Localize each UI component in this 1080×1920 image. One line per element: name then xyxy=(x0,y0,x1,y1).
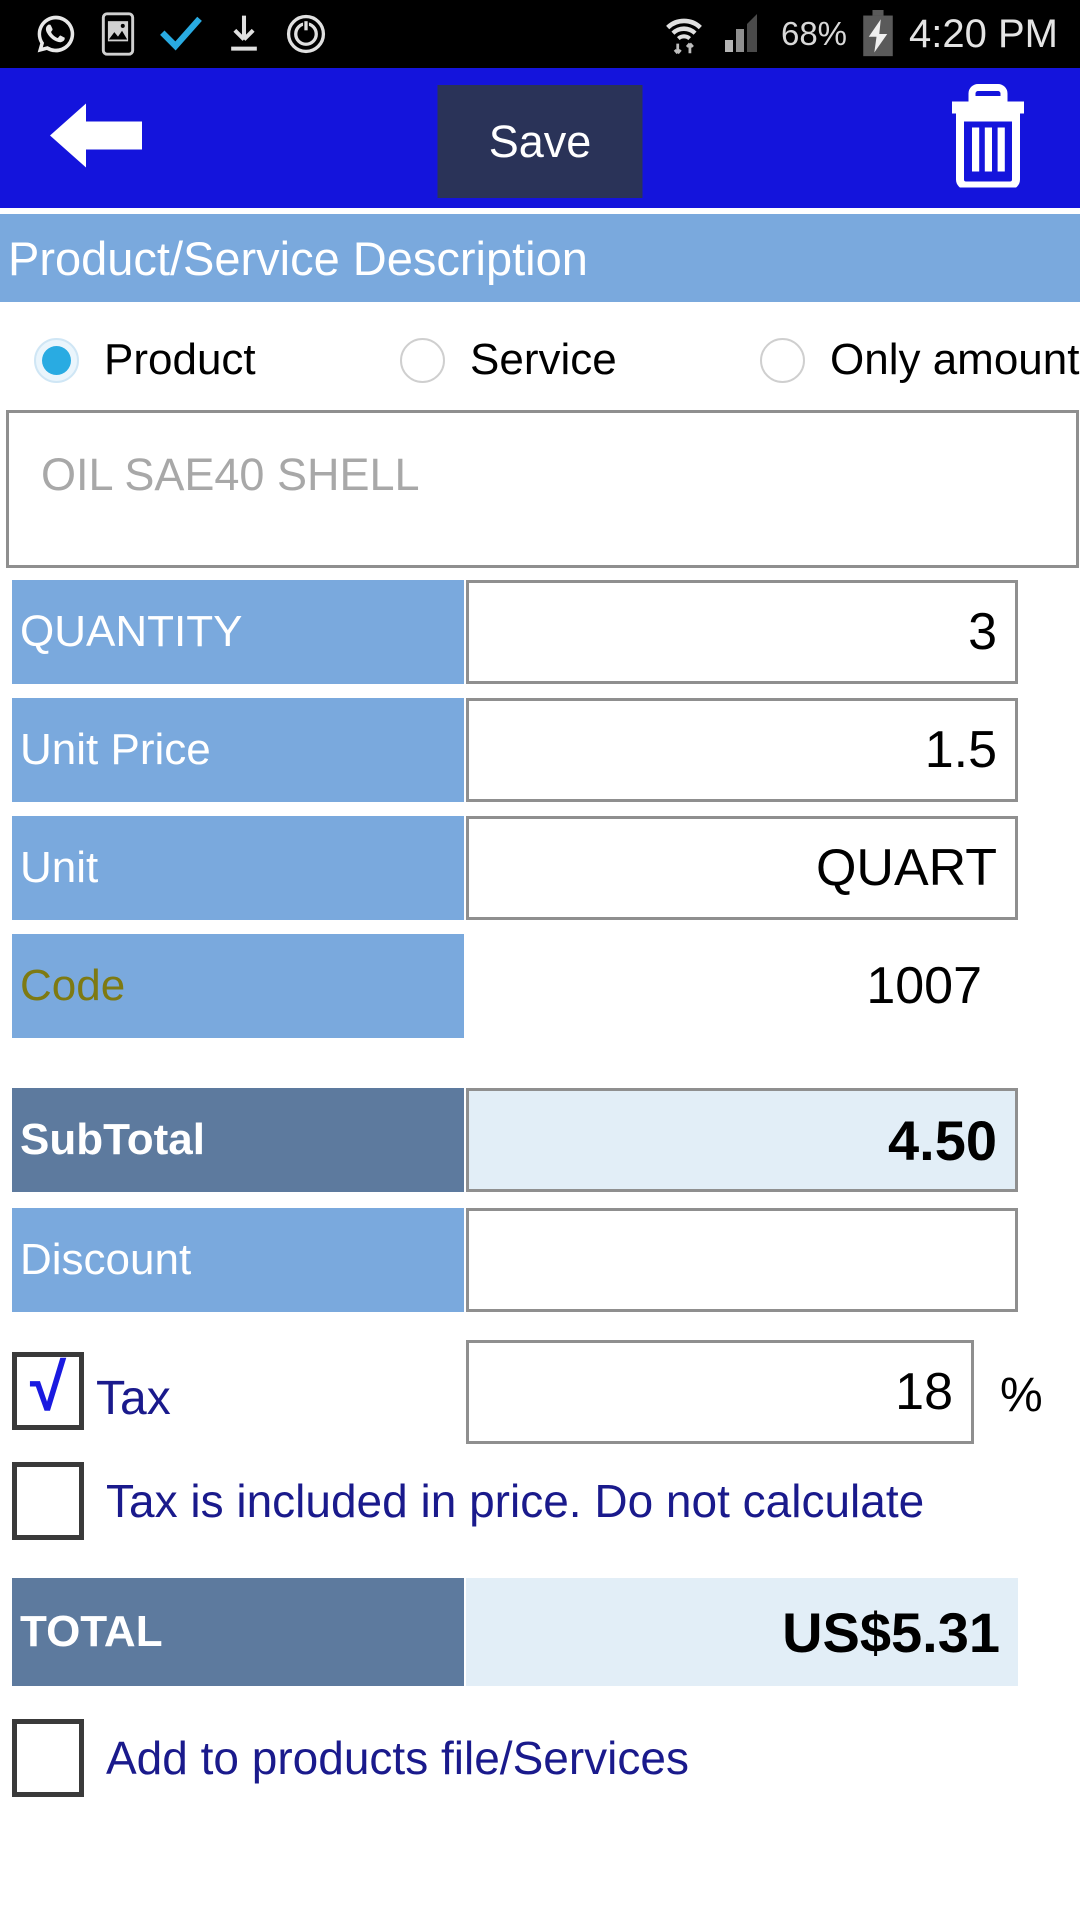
total-value: US$5.31 xyxy=(466,1578,1018,1686)
back-button[interactable] xyxy=(42,96,150,181)
quantity-input[interactable]: 3 xyxy=(466,580,1018,684)
row-unit-price: Unit Price 1.5 xyxy=(0,698,1080,802)
radio-only-amount[interactable]: Only amount xyxy=(760,335,1079,385)
unit-price-label: Unit Price xyxy=(12,698,464,802)
radio-product[interactable]: Product xyxy=(34,335,256,385)
download-icon xyxy=(231,15,257,51)
trash-icon xyxy=(952,84,1024,190)
unit-input[interactable]: QUART xyxy=(466,816,1018,920)
row-tax-included[interactable]: Tax is included in price. Do not calcula… xyxy=(0,1455,1080,1547)
row-add-to-products[interactable]: Add to products file/Services xyxy=(0,1712,1080,1804)
type-selector: Product Service Only amount xyxy=(0,320,1080,400)
row-quantity: QUANTITY 3 xyxy=(0,580,1080,684)
clock-text: 4:20 PM xyxy=(909,11,1058,56)
radio-product-dot xyxy=(42,345,71,375)
radio-product-circle-icon xyxy=(34,337,79,383)
tax-label: Tax xyxy=(96,1372,171,1425)
tax-check-icon: √ xyxy=(29,1350,67,1424)
radio-service-label: Service xyxy=(470,335,617,384)
row-subtotal: SubTotal 4.50 xyxy=(0,1088,1080,1192)
row-total: TOTAL US$5.31 xyxy=(0,1578,1080,1686)
radio-only-amount-label: Only amount xyxy=(830,335,1080,384)
total-label: TOTAL xyxy=(12,1578,464,1686)
power-sync-icon xyxy=(286,14,326,54)
unit-price-input[interactable]: 1.5 xyxy=(466,698,1018,802)
tax-included-checkbox[interactable] xyxy=(12,1462,84,1540)
radio-product-label: Product xyxy=(104,335,256,384)
discount-label: Discount xyxy=(12,1208,464,1312)
whatsapp-icon xyxy=(37,15,75,53)
row-code: Code 1007 xyxy=(0,934,1080,1038)
app-root: 68% 4:20 PM Save Product/Service Descrip… xyxy=(0,0,1080,1920)
status-bar-right: 68% 4:20 PM xyxy=(659,10,1058,58)
row-discount: Discount xyxy=(0,1208,1080,1312)
check-icon xyxy=(160,16,202,51)
tax-percent-symbol: % xyxy=(1000,1369,1043,1422)
description-input[interactable]: OIL SAE40 SHELL xyxy=(6,410,1079,568)
discount-input[interactable] xyxy=(466,1208,1018,1312)
quantity-label: QUANTITY xyxy=(12,580,464,684)
unit-label: Unit xyxy=(12,816,464,920)
save-button[interactable]: Save xyxy=(437,85,643,198)
row-unit: Unit QUART xyxy=(0,816,1080,920)
subtotal-value: 4.50 xyxy=(466,1088,1018,1192)
back-arrow-icon xyxy=(50,103,142,168)
signal-icon xyxy=(724,14,757,52)
code-label: Code xyxy=(12,934,464,1038)
subtotal-label: SubTotal xyxy=(12,1088,464,1192)
status-bar: 68% 4:20 PM xyxy=(0,0,1080,68)
code-value: 1007 xyxy=(866,957,982,1015)
tax-checkbox[interactable]: √ xyxy=(12,1352,84,1430)
top-toolbar: Save xyxy=(0,68,1080,208)
radio-service[interactable]: Service xyxy=(400,335,617,385)
section-title: Product/Service Description xyxy=(0,214,1080,302)
wifi-icon xyxy=(666,18,702,55)
add-to-products-checkbox[interactable] xyxy=(12,1719,84,1797)
add-to-products-label: Add to products file/Services xyxy=(106,1732,689,1784)
tax-percent-input[interactable]: 18 xyxy=(466,1340,974,1444)
delete-button[interactable] xyxy=(948,84,1028,193)
tax-included-label: Tax is included in price. Do not calcula… xyxy=(106,1475,925,1527)
status-bar-left-icons xyxy=(0,12,328,56)
radio-only-amount-circle-icon xyxy=(760,337,805,383)
row-tax: √ Tax 18 % xyxy=(0,1338,1080,1448)
radio-service-circle-icon xyxy=(400,337,445,383)
battery-charging-icon xyxy=(863,10,893,57)
description-placeholder: OIL SAE40 SHELL xyxy=(41,449,420,500)
battery-percent-text: 68% xyxy=(780,15,848,52)
screenshot-icon xyxy=(101,12,135,56)
